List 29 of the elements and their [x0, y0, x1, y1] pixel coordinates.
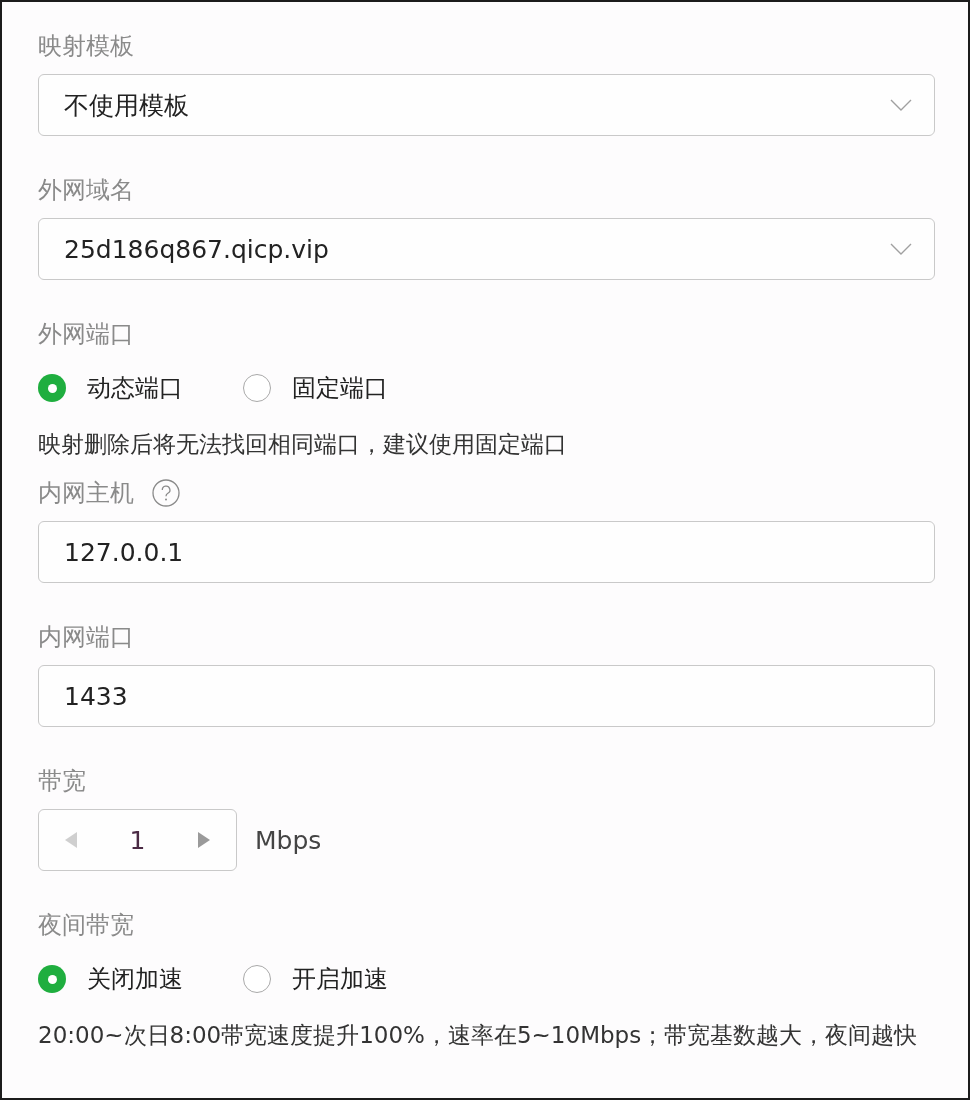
triangle-left-icon [65, 832, 77, 848]
hint-text: 20:00~次日8:00带宽速度提升100%，速率在5~10Mbps；带宽基数越大，夜间越快 [38, 1021, 919, 1050]
radio-label[interactable]: 动态端口 [87, 372, 183, 404]
triangle-right-icon [198, 832, 210, 848]
field-label: 内网端口 [38, 622, 134, 653]
help-icon[interactable] [152, 479, 180, 507]
radio-label[interactable]: 开启加速 [292, 963, 388, 995]
radio-button[interactable] [243, 965, 271, 993]
field-label: 外网端口 [38, 319, 134, 350]
text-input[interactable]: 1433 [38, 665, 935, 727]
select-field[interactable]: 25d186q867.qicp.vip [38, 218, 935, 280]
radio-label[interactable]: 关闭加速 [87, 963, 183, 995]
hint-text: 映射删除后将无法找回相同端口，建议使用固定端口 [38, 430, 568, 459]
number-stepper[interactable]: 1 [38, 809, 237, 871]
radio-button[interactable] [38, 374, 66, 402]
field-label: 内网主机 [38, 478, 134, 509]
select-field[interactable]: 不使用模板 [38, 74, 935, 136]
chevron-down-icon [890, 99, 912, 111]
radio-button[interactable] [38, 965, 66, 993]
field-label: 映射模板 [38, 31, 134, 62]
radio-label[interactable]: 固定端口 [292, 372, 388, 404]
radio-button[interactable] [243, 374, 271, 402]
field-label: 外网域名 [38, 175, 134, 206]
unit-label: Mbps [255, 825, 322, 855]
field-label: 夜间带宽 [38, 910, 134, 941]
field-label: 带宽 [38, 766, 86, 797]
stepper-value: 1 [129, 825, 146, 855]
text-input[interactable]: 127.0.0.1 [38, 521, 935, 583]
chevron-down-icon [890, 243, 912, 255]
